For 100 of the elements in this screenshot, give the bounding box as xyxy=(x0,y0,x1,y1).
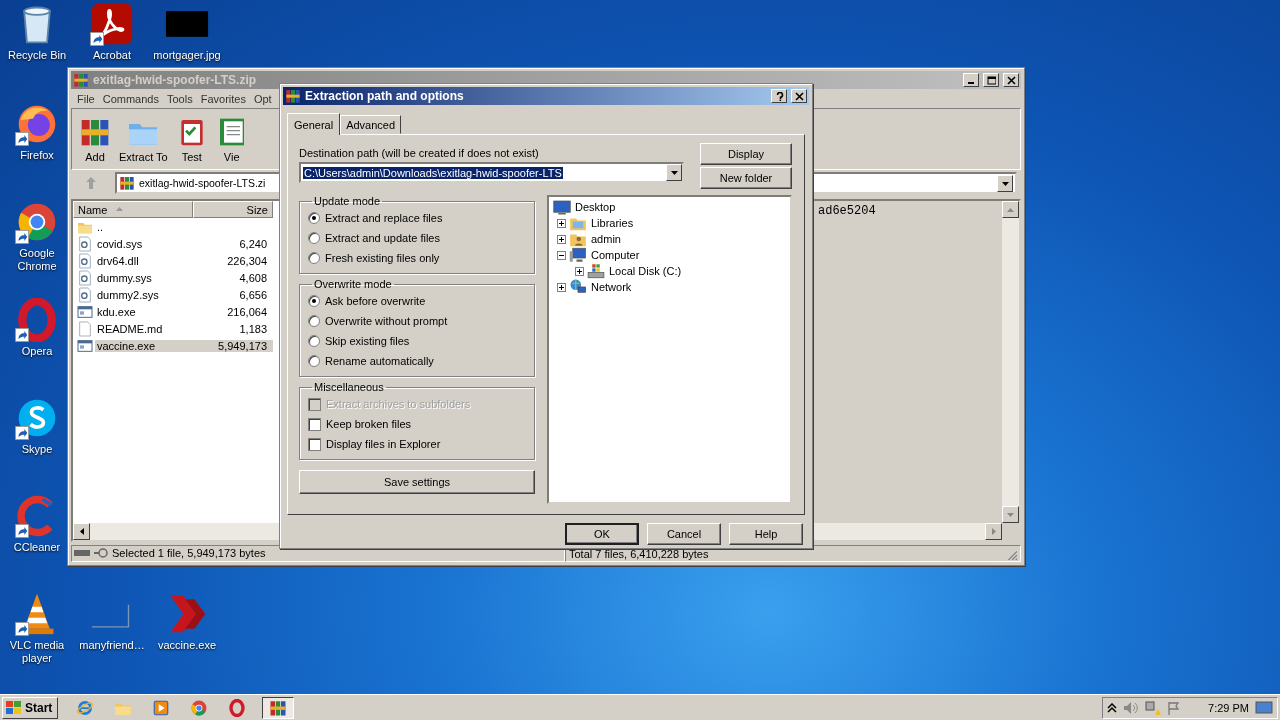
tree-item[interactable]: Network xyxy=(590,281,633,293)
file-name[interactable]: drv64.dll xyxy=(95,254,193,267)
radio-button[interactable] xyxy=(308,212,320,224)
option-label[interactable]: Skip existing files xyxy=(325,335,410,347)
dialog-button[interactable]: OK xyxy=(565,523,639,545)
help-button[interactable] xyxy=(771,89,787,103)
file-name[interactable]: README.md xyxy=(95,322,193,335)
shortcut-arrow-icon xyxy=(15,622,29,636)
checkbox[interactable] xyxy=(308,437,321,451)
expand-icon xyxy=(557,282,566,292)
program-icon xyxy=(77,303,93,320)
tree-item[interactable]: Libraries xyxy=(590,217,635,229)
radio-button[interactable] xyxy=(308,252,320,264)
vertical-scrollbar[interactable] xyxy=(1002,201,1019,523)
ring-icon xyxy=(228,698,246,717)
menu-item[interactable]: File xyxy=(73,92,99,105)
sort-arrow-icon xyxy=(115,205,125,214)
chevron-up-icon[interactable] xyxy=(1107,702,1117,713)
option-label[interactable]: Rename automatically xyxy=(325,355,434,367)
tab[interactable]: Advanced xyxy=(340,115,402,134)
icon-label: Acrobat xyxy=(93,49,131,62)
computer-icon xyxy=(569,246,587,264)
network-warning-icon[interactable] xyxy=(1145,699,1161,716)
globe-icon xyxy=(76,698,94,717)
file-name[interactable]: dummy.sys xyxy=(95,271,193,284)
option-label[interactable]: Display files in Explorer xyxy=(326,438,441,450)
file-size: 216,064 xyxy=(226,305,268,318)
dropdown-button[interactable] xyxy=(666,164,682,181)
dialog-title: Extraction path and options xyxy=(305,89,465,103)
file-size: 226,304 xyxy=(226,254,268,267)
radio-button[interactable] xyxy=(308,232,320,244)
file-name[interactable]: .. xyxy=(95,220,193,233)
menu-item[interactable]: Tools xyxy=(163,92,197,105)
toolbar-button[interactable]: Add xyxy=(76,115,114,163)
file-name[interactable]: kdu.exe xyxy=(95,305,193,318)
option-label[interactable]: Extract and replace files xyxy=(325,212,443,224)
path-field[interactable]: C:\Users\admin\Downloads\exitlag-hwid-spoofer-LTS xyxy=(299,162,684,183)
books-icon xyxy=(73,72,89,88)
menu-item[interactable]: Favorites xyxy=(196,92,250,105)
dropdown-button[interactable] xyxy=(997,174,1013,192)
menu-item[interactable]: Commands xyxy=(98,92,163,105)
taskbar-button[interactable] xyxy=(262,696,294,719)
start-button[interactable]: Start xyxy=(2,696,58,719)
network-icon xyxy=(569,278,587,296)
option-label[interactable]: Keep broken files xyxy=(326,418,411,430)
file-icon xyxy=(77,320,93,337)
column-header[interactable]: Name xyxy=(73,201,193,218)
disk-icon xyxy=(587,262,605,280)
shortcut-arrow-icon xyxy=(90,32,104,46)
shortcut-arrow-icon xyxy=(15,132,29,146)
tab[interactable]: General xyxy=(287,113,341,135)
play-icon xyxy=(152,698,170,717)
minimize-icon xyxy=(968,82,974,84)
icon-label: CCleaner xyxy=(13,541,61,554)
status-text: Total 7 files, 6,410,228 bytes xyxy=(569,547,709,560)
file-name[interactable]: covid.sys xyxy=(95,237,193,250)
column-header[interactable]: Size xyxy=(193,201,273,218)
option-label[interactable]: Extract and update files xyxy=(325,232,440,244)
clock-text[interactable]: 7:29 PM xyxy=(1208,701,1249,714)
toolbar-button[interactable]: Extract To xyxy=(116,115,171,163)
tree-item[interactable]: Computer xyxy=(590,249,641,261)
radio-button[interactable] xyxy=(308,315,320,327)
file-size: 5,949,173 xyxy=(193,339,273,352)
swirl-tile-icon[interactable] xyxy=(90,2,134,46)
show-desktop-icon[interactable] xyxy=(1255,700,1273,715)
gear-file-icon xyxy=(77,269,93,286)
dropdown-arrow-icon xyxy=(669,168,679,177)
flag-icon[interactable] xyxy=(1167,700,1181,715)
comment-text: ad6e5204 xyxy=(817,203,877,220)
save-settings-button[interactable]: Save settings xyxy=(299,470,535,494)
icon-label: vaccine.exe xyxy=(157,639,217,652)
ring-icon[interactable] xyxy=(15,298,59,342)
expand-icon xyxy=(575,266,584,276)
collapse-icon xyxy=(557,250,566,260)
toolbar-button[interactable]: Vie xyxy=(212,115,251,163)
radio-button[interactable] xyxy=(308,355,320,367)
books-icon xyxy=(119,175,135,191)
radio-button[interactable] xyxy=(308,335,320,347)
toolbar-button[interactable]: Test xyxy=(172,115,211,163)
icon-label: VLC media player xyxy=(8,639,66,665)
dialog-button[interactable]: Help xyxy=(729,523,803,545)
tree-item[interactable]: Desktop xyxy=(574,201,617,213)
file-name[interactable]: dummy2.sys xyxy=(95,288,193,301)
dialog-button[interactable]: Cancel xyxy=(647,523,721,545)
file-size: 6,656 xyxy=(238,288,268,301)
gear-file-icon xyxy=(77,252,93,269)
checkbox[interactable] xyxy=(308,417,321,431)
side-button[interactable]: New folder xyxy=(700,167,792,189)
option-label[interactable]: Fresh existing files only xyxy=(325,252,440,264)
menu-item[interactable]: Opt xyxy=(249,92,276,105)
file-name[interactable]: vaccine.exe xyxy=(95,339,193,352)
tree-item[interactable]: Local Disk (C:) xyxy=(608,265,683,277)
close-button[interactable] xyxy=(791,89,807,103)
side-button[interactable]: Display xyxy=(700,143,792,165)
monitor-icon xyxy=(553,198,571,216)
radio-button[interactable] xyxy=(308,295,320,307)
option-label[interactable]: Overwrite without prompt xyxy=(325,315,448,327)
window-title: exitlag-hwid-spoofer-LTS.zip xyxy=(93,73,258,87)
option-label[interactable]: Ask before overwrite xyxy=(325,295,426,307)
tree-item[interactable]: admin xyxy=(590,233,622,245)
